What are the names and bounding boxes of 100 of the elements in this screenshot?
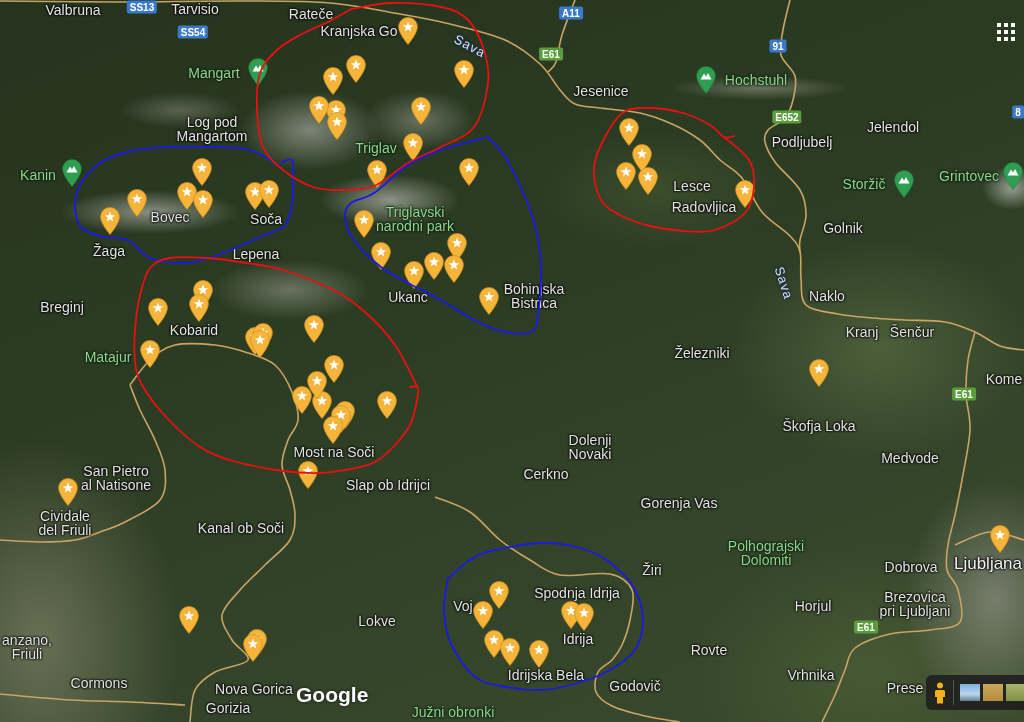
place-label: Soča [250,212,282,226]
peak-label: Mangart [188,66,240,80]
place-label: Radovljica [671,200,737,214]
star-marker-icon[interactable] [309,96,329,124]
mountain-pin-icon[interactable] [1003,162,1023,190]
place-label: Šenčur [889,325,935,339]
star-marker-icon[interactable] [411,97,431,125]
star-marker-icon[interactable] [58,478,78,506]
place-label: San Pietro al Natisone [79,464,152,492]
star-marker-icon[interactable] [484,630,504,658]
place-label: Godovič [609,679,661,693]
mountain-pin-icon[interactable] [248,58,268,86]
place-label: Tarvisio [171,2,219,16]
place-label: Železniki [674,346,730,360]
place-label: Valbruna [45,3,101,17]
star-marker-icon[interactable] [148,298,168,326]
place-label: Vrhnika [787,668,835,682]
place-label: anzano, Friuli [1,633,53,661]
area-label: Triglav [355,141,397,155]
star-marker-icon[interactable] [324,355,344,383]
star-marker-icon[interactable] [127,189,147,217]
place-label: Škofja Loka [782,419,856,433]
star-marker-icon[interactable] [632,144,652,172]
place-label: Horjul [794,599,832,613]
star-marker-icon[interactable] [367,160,387,188]
star-marker-icon[interactable] [638,167,658,195]
mountain-pin-icon[interactable] [894,170,914,198]
mountain-pin-icon[interactable] [62,159,82,187]
place-label: Lokve [358,614,396,628]
star-marker-icon[interactable] [403,133,423,161]
place-label: Voj [453,599,473,613]
star-marker-icon[interactable] [574,603,594,631]
star-marker-icon[interactable] [424,252,444,280]
area-label: Južni obronki [411,705,495,719]
stacked-star-marker-icon[interactable] [326,100,347,140]
peak-label: Storžič [842,177,886,191]
star-marker-icon[interactable] [346,55,366,83]
place-label: Kome [985,372,1023,386]
star-marker-icon[interactable] [500,638,520,666]
map-layer-thumbnail[interactable] [983,684,1003,701]
place-label: Naklo [809,289,845,303]
star-marker-icon[interactable] [304,315,324,343]
star-marker-icon[interactable] [100,207,120,235]
star-marker-icon[interactable] [307,371,327,399]
road-number-sign: 91 [769,39,787,53]
star-marker-icon[interactable] [354,210,374,238]
star-marker-icon[interactable] [292,386,312,414]
place-label: Gorenja Vas [640,496,718,510]
star-marker-icon[interactable] [473,601,493,629]
place-label: Dolenji Novaki [567,433,613,461]
road-number-sign: E61 [952,387,976,401]
road-number-sign: 8 [1012,105,1024,119]
map-layer-thumbnail[interactable] [1006,684,1024,701]
area-label: Polhograjski Dolomiti [726,539,806,567]
star-marker-icon[interactable] [479,287,499,315]
map-layer-thumbnail[interactable] [960,684,980,701]
road-number-sign: SS13 [126,0,158,14]
star-marker-icon[interactable] [140,340,160,368]
star-marker-icon[interactable] [619,118,639,146]
person-icon[interactable] [934,681,946,704]
star-marker-icon[interactable] [454,60,474,88]
star-marker-icon[interactable] [735,180,755,208]
star-marker-icon[interactable] [404,261,424,289]
stacked-star-marker-icon[interactable] [189,280,213,322]
grid-icon[interactable] [997,23,1015,41]
peak-label: Grintovec [939,169,999,183]
star-marker-icon[interactable] [489,581,509,609]
place-label: Dobrova [884,560,938,574]
star-marker-icon[interactable] [529,640,549,668]
star-marker-icon[interactable] [371,242,391,270]
star-marker-icon[interactable] [809,359,829,387]
mountain-pin-icon[interactable] [696,66,716,94]
star-marker-icon[interactable] [192,158,212,186]
road-number-sign: SS54 [177,25,209,39]
star-marker-icon[interactable] [398,17,418,45]
star-marker-icon[interactable] [179,606,199,634]
road-number-sign: E61 [854,620,878,634]
place-label: Most na Soči [293,445,375,459]
star-marker-icon[interactable] [259,180,279,208]
place-label: Lesce [673,179,711,193]
star-marker-icon[interactable] [990,525,1010,553]
star-marker-icon[interactable] [444,255,464,283]
star-marker-icon[interactable] [377,391,397,419]
river-label: Sava [772,265,796,301]
star-marker-icon[interactable] [193,190,213,218]
star-marker-icon[interactable] [298,461,318,489]
star-marker-icon[interactable] [177,182,197,210]
place-label: Idrija [562,632,594,646]
stacked-star-marker-icon[interactable] [245,323,273,358]
stacked-star-marker-icon[interactable] [243,629,267,662]
star-marker-icon[interactable] [323,67,343,95]
place-label: Medvode [881,451,939,465]
star-marker-icon[interactable] [459,158,479,186]
place-label: Cormons [70,676,128,690]
place-label: Jelendol [866,120,920,134]
place-label: Cerkno [523,467,569,481]
star-marker-icon[interactable] [616,162,636,190]
place-label: Breginj [40,300,84,314]
place-label: Brezovica pri Ljubljani [878,590,952,618]
place-label: Žaga [93,244,125,258]
